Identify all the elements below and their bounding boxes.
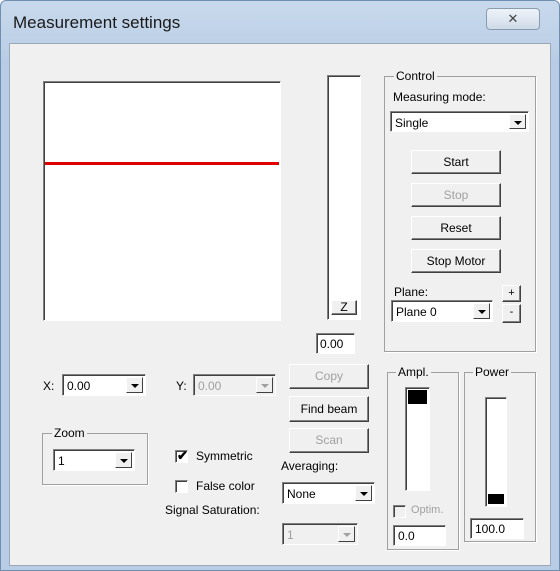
- check-icon: ✔: [177, 448, 188, 463]
- averaging-select[interactable]: None: [282, 482, 375, 504]
- find-beam-button[interactable]: Find beam: [289, 396, 369, 422]
- x-select[interactable]: 0.00: [62, 374, 146, 396]
- measuring-mode-label: Measuring mode:: [393, 90, 486, 104]
- power-value: 100.0: [475, 522, 506, 536]
- dialog-client: Z 0.00 Control Measuring mode: Single St…: [9, 43, 551, 566]
- dialog-window: Measurement settings ✕ Z 0.00 Control Me…: [0, 0, 560, 571]
- power-legend: Power: [473, 365, 512, 379]
- optim-checkbox[interactable]: [393, 505, 406, 518]
- zoom-value: 1: [58, 454, 65, 468]
- chevron-down-icon[interactable]: [338, 526, 355, 542]
- beam-line: [45, 162, 279, 165]
- zoom-legend: Zoom: [52, 426, 87, 440]
- copy-button[interactable]: Copy: [289, 364, 369, 389]
- control-group: Control Measuring mode: Single Start Sto…: [384, 69, 536, 352]
- ampl-value-field[interactable]: 0.0: [393, 525, 446, 546]
- stop-motor-button[interactable]: Stop Motor: [411, 249, 501, 273]
- close-button[interactable]: ✕: [486, 8, 540, 30]
- x-label: X:: [43, 379, 55, 393]
- power-meter-fill: [488, 494, 504, 504]
- averaging-value: None: [287, 487, 316, 501]
- symmetric-checkbox[interactable]: ✔: [175, 448, 188, 463]
- chevron-down-icon[interactable]: [473, 303, 490, 319]
- false-color-checkbox[interactable]: [175, 480, 188, 493]
- stop-button[interactable]: Stop: [411, 183, 501, 207]
- beam-preview: [43, 81, 281, 321]
- chevron-down-icon[interactable]: [115, 452, 132, 468]
- y-select[interactable]: 0.00: [193, 374, 276, 396]
- plane-select[interactable]: Plane 0: [391, 300, 493, 322]
- symmetric-label: Symmetric: [196, 449, 253, 463]
- zoom-group: Zoom 1: [42, 426, 148, 485]
- y-label: Y:: [176, 379, 187, 393]
- y-value: 0.00: [198, 379, 222, 393]
- plane-value: Plane 0: [396, 305, 437, 319]
- ampl-value: 0.0: [398, 529, 415, 543]
- scan-button[interactable]: Scan: [289, 428, 369, 453]
- chevron-down-icon[interactable]: [126, 377, 143, 393]
- chevron-down-icon[interactable]: [355, 485, 372, 501]
- power-meter: [485, 397, 507, 507]
- measuring-mode-value: Single: [395, 116, 429, 130]
- ampl-legend: Ampl.: [396, 365, 431, 379]
- false-color-label: False color: [196, 479, 255, 493]
- signal-saturation-label: Signal Saturation:: [165, 503, 260, 517]
- x-value: 0.00: [67, 379, 91, 393]
- averaging-label: Averaging:: [281, 459, 339, 473]
- ampl-group: Ampl. Optim. 0.0: [387, 365, 459, 550]
- window-title: Measurement settings: [13, 13, 181, 32]
- chevron-down-icon[interactable]: [256, 377, 273, 393]
- plane-up-button[interactable]: +: [502, 285, 521, 302]
- close-icon: ✕: [507, 11, 519, 26]
- power-group: Power 100.0: [464, 365, 536, 542]
- start-button[interactable]: Start: [411, 150, 501, 174]
- z-value: 0.00: [320, 337, 344, 351]
- measuring-mode-select[interactable]: Single: [390, 111, 529, 132]
- z-slider-thumb[interactable]: Z: [331, 300, 357, 315]
- power-value-field[interactable]: 100.0: [470, 518, 524, 539]
- plane-down-button[interactable]: -: [502, 304, 521, 323]
- optim-label: Optim.: [411, 504, 444, 516]
- saturation-value: 1: [287, 528, 294, 542]
- plane-label: Plane:: [394, 285, 429, 299]
- ampl-meter: [405, 387, 430, 491]
- z-value-field[interactable]: 0.00: [316, 333, 355, 354]
- z-slider-label: Z: [340, 300, 348, 314]
- zoom-select[interactable]: 1: [53, 449, 135, 471]
- chevron-down-icon[interactable]: [509, 114, 526, 129]
- z-slider-track[interactable]: Z: [327, 75, 361, 320]
- saturation-select[interactable]: 1: [282, 523, 358, 545]
- control-legend: Control: [394, 69, 437, 83]
- ampl-meter-fill: [408, 390, 427, 404]
- reset-button[interactable]: Reset: [411, 216, 501, 240]
